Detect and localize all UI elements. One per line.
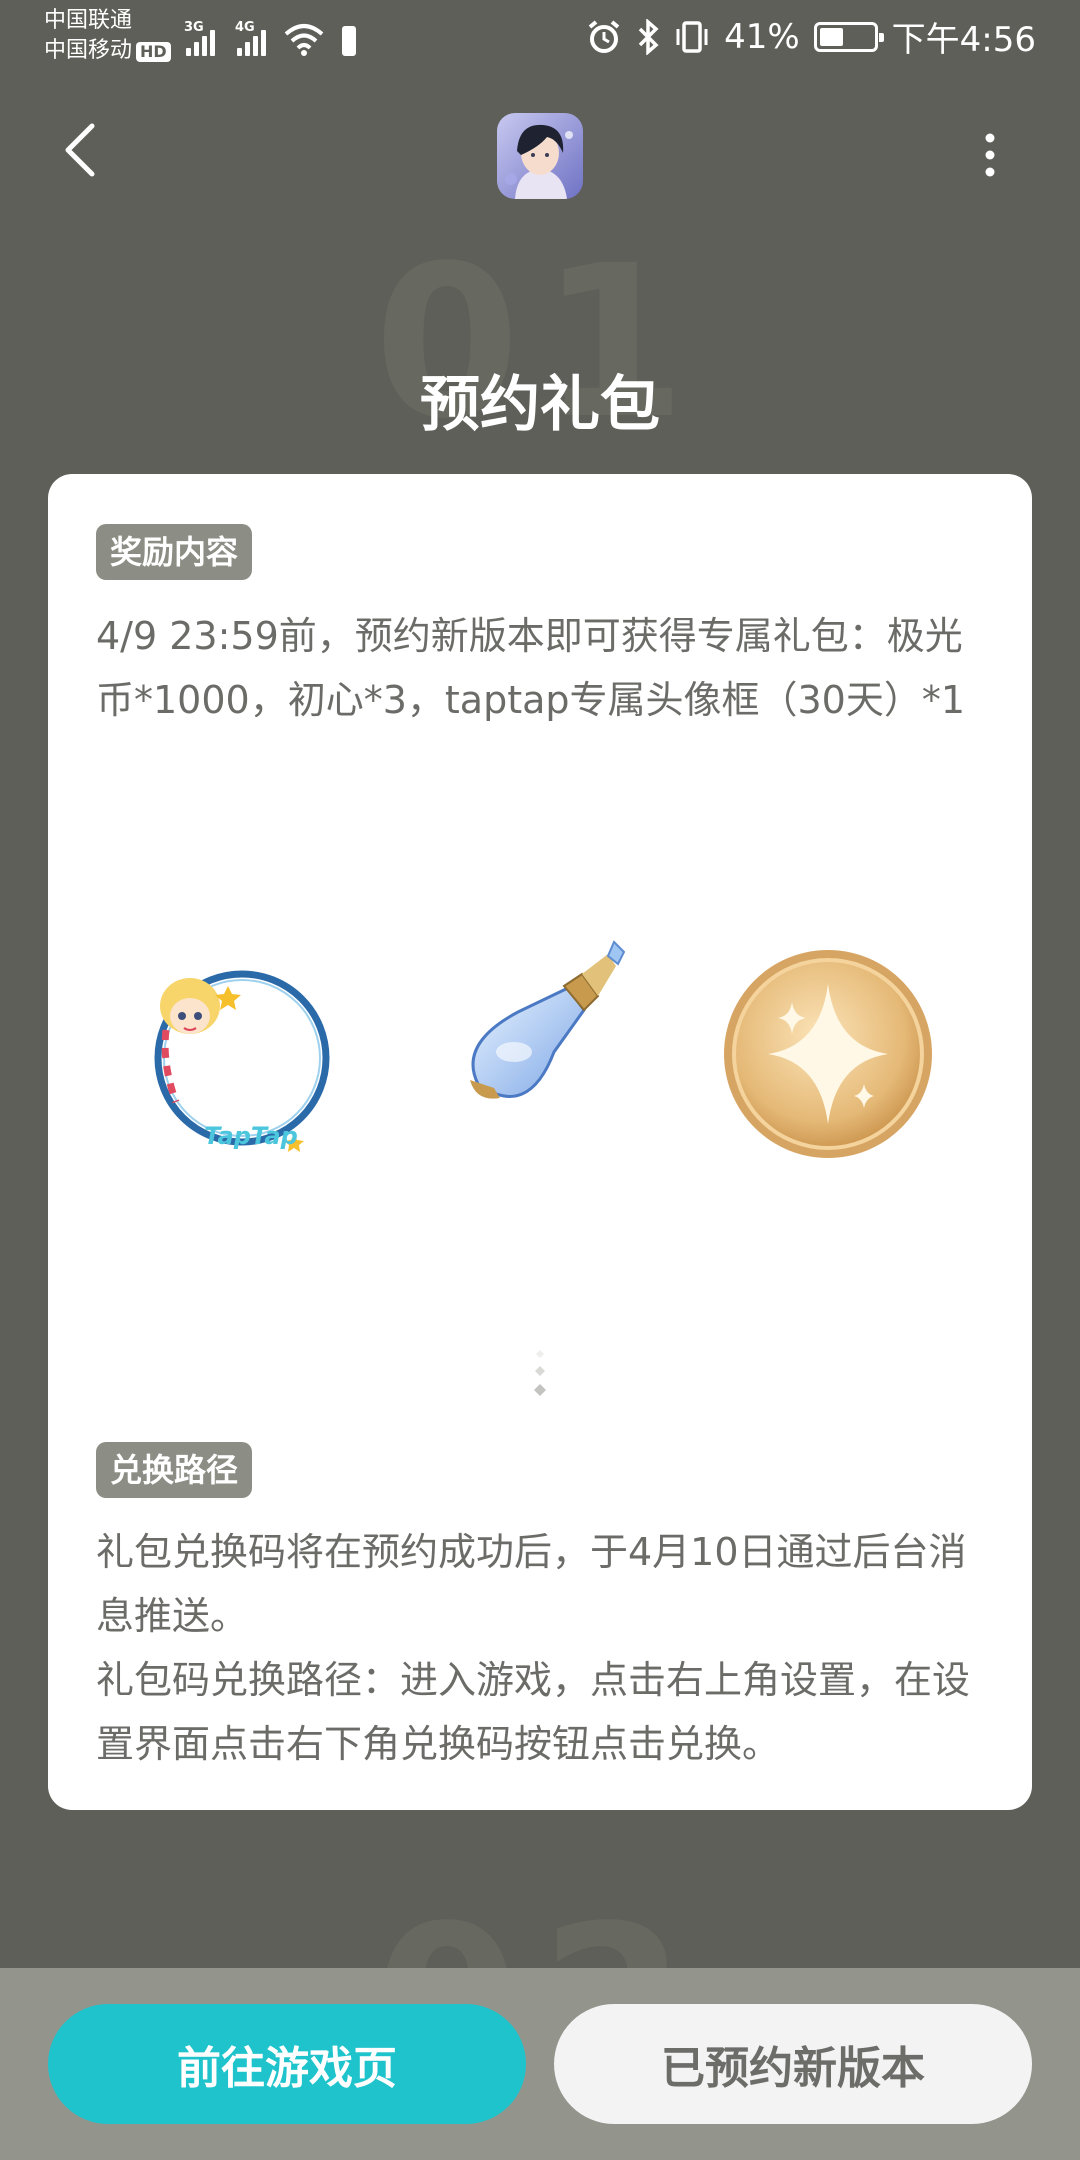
redeem-line-1: 礼包兑换码将在预约成功后，于4月10日通过后台消息推送。 — [96, 1530, 967, 1638]
separator-dots — [530, 1336, 550, 1416]
redeem-line-2: 礼包码兑换路径：进入游戏，点击右上角设置，在设置界面点击右下角兑换码按钮点击兑换… — [96, 1658, 971, 1766]
reward-item-coin — [718, 934, 958, 1174]
clock: 下午4:56 — [891, 20, 1036, 60]
game-app-icon[interactable] — [497, 113, 583, 199]
back-button[interactable] — [60, 120, 120, 200]
reward-items: TapTap — [118, 934, 958, 1194]
reward-description: 4/9 23:59前，预约新版本即可获得专属礼包：极光币*1000，初心*3，t… — [96, 614, 966, 722]
battery-percent: 41% — [724, 16, 800, 57]
vibrate-icon — [676, 20, 708, 53]
potion-bottle-icon — [470, 940, 626, 1099]
bluetooth-icon — [638, 18, 659, 55]
wifi-icon — [284, 24, 324, 56]
signal-4g-icon: 4G — [235, 20, 266, 56]
gift-card: 奖励内容 4/9 23:59前，预约新版本即可获得专属礼包：极光币*1000，初… — [48, 474, 1032, 1810]
battery-icon — [813, 21, 884, 52]
go-to-game-page-button[interactable]: 前往游戏页 — [48, 2004, 526, 2124]
status-bar: 中国联通 中国移动 HD 3G 4G 41% 下午4:56 — [0, 0, 1080, 72]
reserved-new-version-button[interactable]: 已预约新版本 — [554, 2004, 1032, 2124]
hd-badge: HD — [136, 42, 171, 62]
character-portrait-icon — [497, 113, 583, 199]
page-title: 预约礼包 — [420, 370, 660, 440]
signal-indicators: 3G 4G — [184, 16, 356, 56]
gold-coin-icon — [724, 950, 932, 1158]
status-right: 41% 下午4:56 — [586, 12, 1036, 61]
reward-item-avatar-frame: TapTap — [118, 934, 358, 1174]
more-options-button[interactable] — [970, 130, 1010, 180]
chevron-left-icon — [65, 123, 95, 177]
bottom-action-bar: 前往游戏页 已预约新版本 — [0, 1968, 1080, 2160]
alarm-icon — [588, 19, 620, 53]
carrier-info: 中国联通 中国移动 HD — [44, 6, 171, 66]
more-vertical-icon — [985, 133, 995, 177]
avatar-frame-label: TapTap — [204, 1122, 298, 1150]
redeem-tag: 兑换路径 — [96, 1442, 253, 1498]
carrier-2: 中国移动 — [44, 38, 133, 63]
reward-item-potion — [418, 934, 658, 1174]
battery-saver-icon — [342, 26, 356, 56]
carrier-1: 中国联通 — [44, 8, 133, 33]
reward-tag: 奖励内容 — [96, 524, 253, 580]
signal-3g-icon: 3G — [184, 20, 215, 56]
